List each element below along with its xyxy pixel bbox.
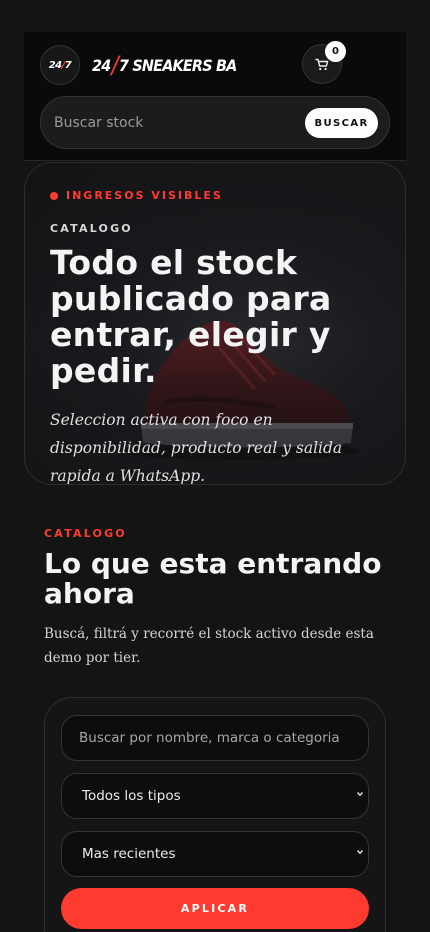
hero-title: Todo el stock publicado para entrar, ele… bbox=[50, 243, 332, 390]
search-button[interactable]: BUSCAR bbox=[305, 108, 378, 138]
hero-card: INGRESOS VISIBLES CATALOGO Todo el stock… bbox=[24, 162, 406, 485]
type-select[interactable]: Todos los tipos bbox=[61, 773, 369, 819]
hero-description: Seleccion activa con foco en disponibili… bbox=[50, 411, 343, 485]
live-indicator: INGRESOS VISIBLES bbox=[50, 189, 223, 202]
catalog-description: Buscá, filtrá y recorré el stock activo … bbox=[44, 626, 374, 666]
apply-button[interactable]: APLICAR bbox=[61, 888, 369, 929]
brand-logo[interactable]: 24/7 SNEAKERS BA bbox=[92, 50, 237, 80]
catalog-kicker: CATALOGO bbox=[44, 527, 127, 540]
header-search-input[interactable]: Buscar stock bbox=[54, 115, 143, 131]
logo-badge[interactable]: 24/7 bbox=[40, 45, 80, 85]
catalog-title: Lo que esta entrando ahora bbox=[44, 547, 382, 610]
chevron-down-icon bbox=[356, 849, 364, 855]
filter-panel: Buscar por nombre, marca o categoria Tod… bbox=[44, 697, 386, 932]
header-search-bar[interactable]: Buscar stock BUSCAR bbox=[40, 96, 390, 149]
chevron-down-icon bbox=[356, 791, 364, 797]
hero-kicker: CATALOGO bbox=[50, 222, 133, 235]
site-header: 24/7 24/7 SNEAKERS BA 0 Buscar stock BUS… bbox=[24, 32, 406, 161]
sort-select[interactable]: Mas recientes bbox=[61, 831, 369, 877]
cart-count-badge: 0 bbox=[325, 41, 346, 62]
product-search-input[interactable]: Buscar por nombre, marca o categoria bbox=[79, 730, 340, 746]
live-dot-icon bbox=[50, 191, 58, 200]
cart-icon bbox=[315, 58, 329, 70]
product-search-field[interactable]: Buscar por nombre, marca o categoria bbox=[61, 715, 369, 761]
